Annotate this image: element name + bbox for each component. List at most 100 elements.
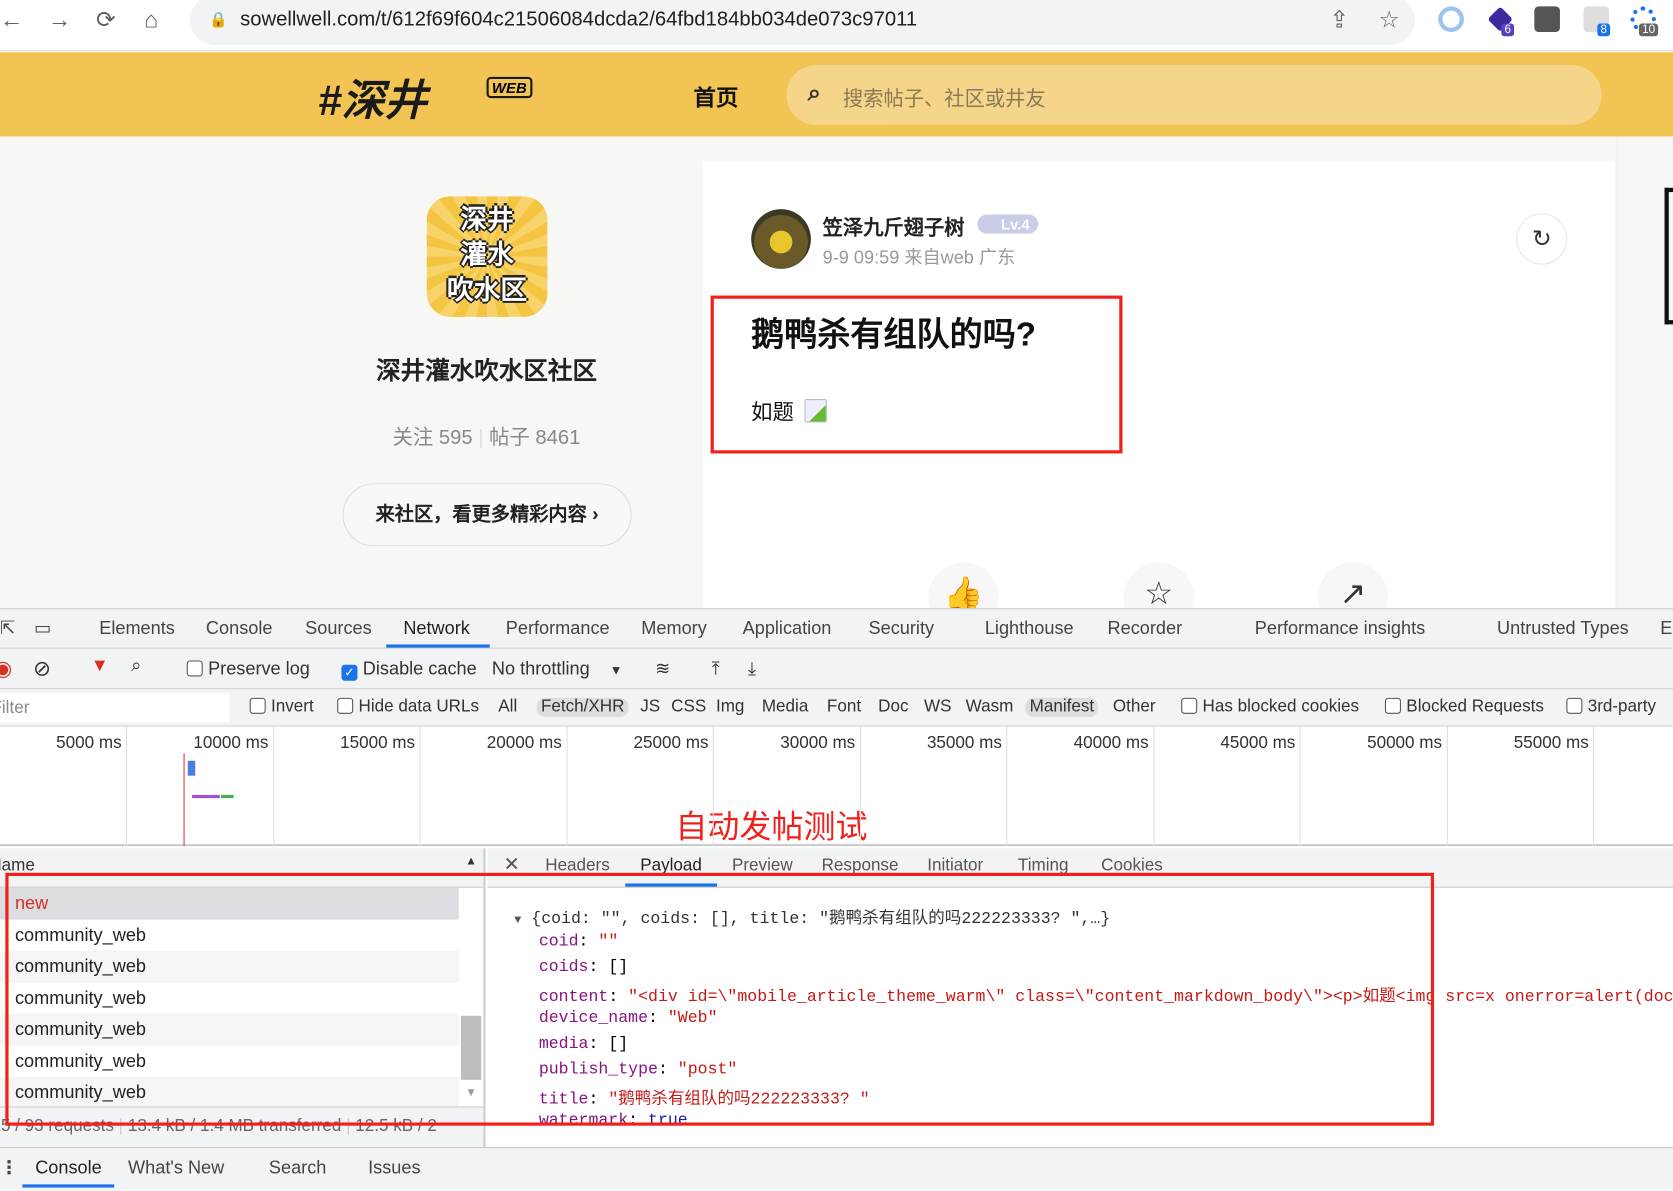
community-name: 深井灌水吹水区社区 <box>376 356 597 385</box>
extension-code-icon[interactable] <box>1534 6 1560 33</box>
tab-sources[interactable]: Sources <box>305 618 372 639</box>
timeline-tick: 5000 ms <box>56 734 122 753</box>
drawer-menu-icon[interactable]: ⋮ <box>0 1158 18 1179</box>
dropdown-arrow-icon: ▼ <box>609 662 623 678</box>
timeline-gridline <box>1299 726 1301 847</box>
preserve-log-checkbox[interactable]: Preserve log <box>186 658 310 679</box>
extension-circle-icon[interactable] <box>1438 6 1464 33</box>
timeline-gridline <box>566 726 568 847</box>
forward-icon[interactable]: → <box>48 6 71 34</box>
invert-checkbox[interactable]: Invert <box>249 697 314 717</box>
timeline-gridline <box>1446 726 1448 847</box>
filter-icon[interactable]: ▼ <box>91 655 109 676</box>
inspect-element-icon[interactable]: ⇱ <box>0 618 15 639</box>
tab-performance-insights[interactable]: Performance insights <box>1255 618 1425 639</box>
author-avatar[interactable] <box>751 209 811 269</box>
visit-community-button[interactable]: 来社区，看更多精彩内容 › <box>342 483 632 547</box>
third-party-label: 3rd-party <box>1587 697 1657 716</box>
filter-fetch-xhr[interactable]: Fetch/XHR <box>536 697 629 718</box>
tab-network[interactable]: Network <box>403 618 470 639</box>
filter-font[interactable]: Font <box>827 698 861 717</box>
timeline-gridline <box>272 726 274 847</box>
hide-data-urls-checkbox[interactable]: Hide data URLs <box>337 697 479 717</box>
timeline-tick: 55000 ms <box>1513 734 1589 753</box>
tab-application[interactable]: Application <box>743 618 832 639</box>
export-har-icon[interactable]: ⤓ <box>748 658 756 679</box>
home-icon[interactable]: ⌂ <box>144 6 158 34</box>
tab-console[interactable]: Console <box>206 618 273 639</box>
search-icon[interactable]: ⌕ <box>131 655 141 676</box>
timeline-gridline <box>712 726 714 847</box>
blocked-requests-label: Blocked Requests <box>1406 697 1544 716</box>
nav-home[interactable]: 首页 <box>694 81 739 113</box>
lock-icon: 🔒 <box>209 10 228 28</box>
timeline-gridline <box>1593 726 1595 847</box>
refresh-share-icon[interactable]: ↻ <box>1516 213 1568 265</box>
has-blocked-cookies-checkbox[interactable]: Has blocked cookies <box>1181 697 1359 717</box>
annotation-text: 自动发帖测试 <box>675 809 868 846</box>
third-party-checkbox[interactable]: 3rd-party <box>1566 697 1657 717</box>
filter-img[interactable]: Img <box>716 698 744 717</box>
qr-code <box>1664 187 1673 325</box>
drawer-tab-whats-new[interactable]: What's New <box>128 1158 224 1179</box>
community-stats: 关注 595 | 帖子 8461 <box>392 426 581 450</box>
filter-media[interactable]: Media <box>762 698 808 717</box>
device-toolbar-icon[interactable]: ▭ <box>34 618 51 639</box>
bookmark-star-icon[interactable]: ☆ <box>1379 6 1400 34</box>
highlight-box <box>5 872 1435 1126</box>
filter-manifest[interactable]: Manifest <box>1025 697 1099 718</box>
filter-ws[interactable]: WS <box>924 698 952 717</box>
search-icon: ⌕ <box>807 78 821 106</box>
tab-memory[interactable]: Memory <box>641 618 707 639</box>
sort-up-icon[interactable]: ▲ <box>465 855 477 868</box>
share-icon[interactable]: ⇪ <box>1329 6 1349 34</box>
tab-overflow[interactable]: E <box>1660 618 1672 639</box>
tab-lighthouse[interactable]: Lighthouse <box>985 618 1074 639</box>
avatar-text: 深井 <box>460 204 514 235</box>
timeline-tick: 10000 ms <box>193 734 269 753</box>
follow-count: 关注 595 <box>392 426 473 450</box>
import-har-icon[interactable]: ⤒ <box>712 658 720 679</box>
invert-label: Invert <box>271 697 314 716</box>
author-name[interactable]: 笠泽九斤翅子树 <box>823 212 965 241</box>
reload-icon[interactable]: ⟳ <box>96 6 116 34</box>
broken-image-icon <box>804 399 827 423</box>
community-avatar[interactable]: 深井 灌水 吹水区 <box>426 196 548 317</box>
filter-wasm[interactable]: Wasm <box>966 698 1014 717</box>
url-text[interactable]: sowellwell.com/t/612f69f604c21506084dcda… <box>240 9 917 32</box>
timeline-tick: 20000 ms <box>486 734 562 753</box>
disable-cache-checkbox[interactable]: ✓ Disable cache <box>341 658 477 681</box>
blocked-requests-checkbox[interactable]: Blocked Requests <box>1384 697 1544 717</box>
timeline-bar <box>220 794 234 799</box>
tab-performance[interactable]: Performance <box>506 618 610 639</box>
tab-elements[interactable]: Elements <box>99 618 175 639</box>
timeline-gridline <box>1152 726 1154 847</box>
filter-css[interactable]: CSS <box>671 698 706 717</box>
drawer-tab-search[interactable]: Search <box>269 1158 326 1179</box>
filter-js[interactable]: JS <box>640 698 660 717</box>
record-icon[interactable]: ◉ <box>0 655 12 682</box>
filter-other[interactable]: Other <box>1113 698 1156 717</box>
throttling-select[interactable]: No throttling ▼ <box>492 658 622 679</box>
clear-icon[interactable]: ⊘ <box>33 655 51 682</box>
tab-untrusted-types[interactable]: Untrusted Types <box>1497 618 1629 639</box>
drawer-tab-console[interactable]: Console <box>35 1158 102 1179</box>
filter-input[interactable]: Filter <box>0 693 230 723</box>
filter-all[interactable]: All <box>498 698 517 717</box>
filter-doc[interactable]: Doc <box>878 698 908 717</box>
timeline-bar <box>192 794 220 799</box>
back-icon[interactable]: ← <box>0 6 23 34</box>
tab-recorder[interactable]: Recorder <box>1108 618 1183 639</box>
load-marker <box>183 753 185 847</box>
tab-security[interactable]: Security <box>869 618 935 639</box>
timeline-gridline <box>859 726 861 847</box>
timeline-gridline <box>1006 726 1008 847</box>
drawer-tab-issues[interactable]: Issues <box>368 1158 420 1179</box>
site-logo[interactable]: #深井 <box>318 66 427 128</box>
post-title: 鹅鸭杀有组队的吗? <box>751 315 1036 354</box>
chevron-right-icon: › <box>592 503 599 525</box>
network-conditions-icon[interactable]: ≋ <box>655 658 670 679</box>
search-input[interactable]: ⌕ 搜索帖子、社区或井友 <box>786 65 1602 125</box>
timeline-tick: 45000 ms <box>1220 734 1296 753</box>
timeline-tick: 15000 ms <box>340 734 416 753</box>
